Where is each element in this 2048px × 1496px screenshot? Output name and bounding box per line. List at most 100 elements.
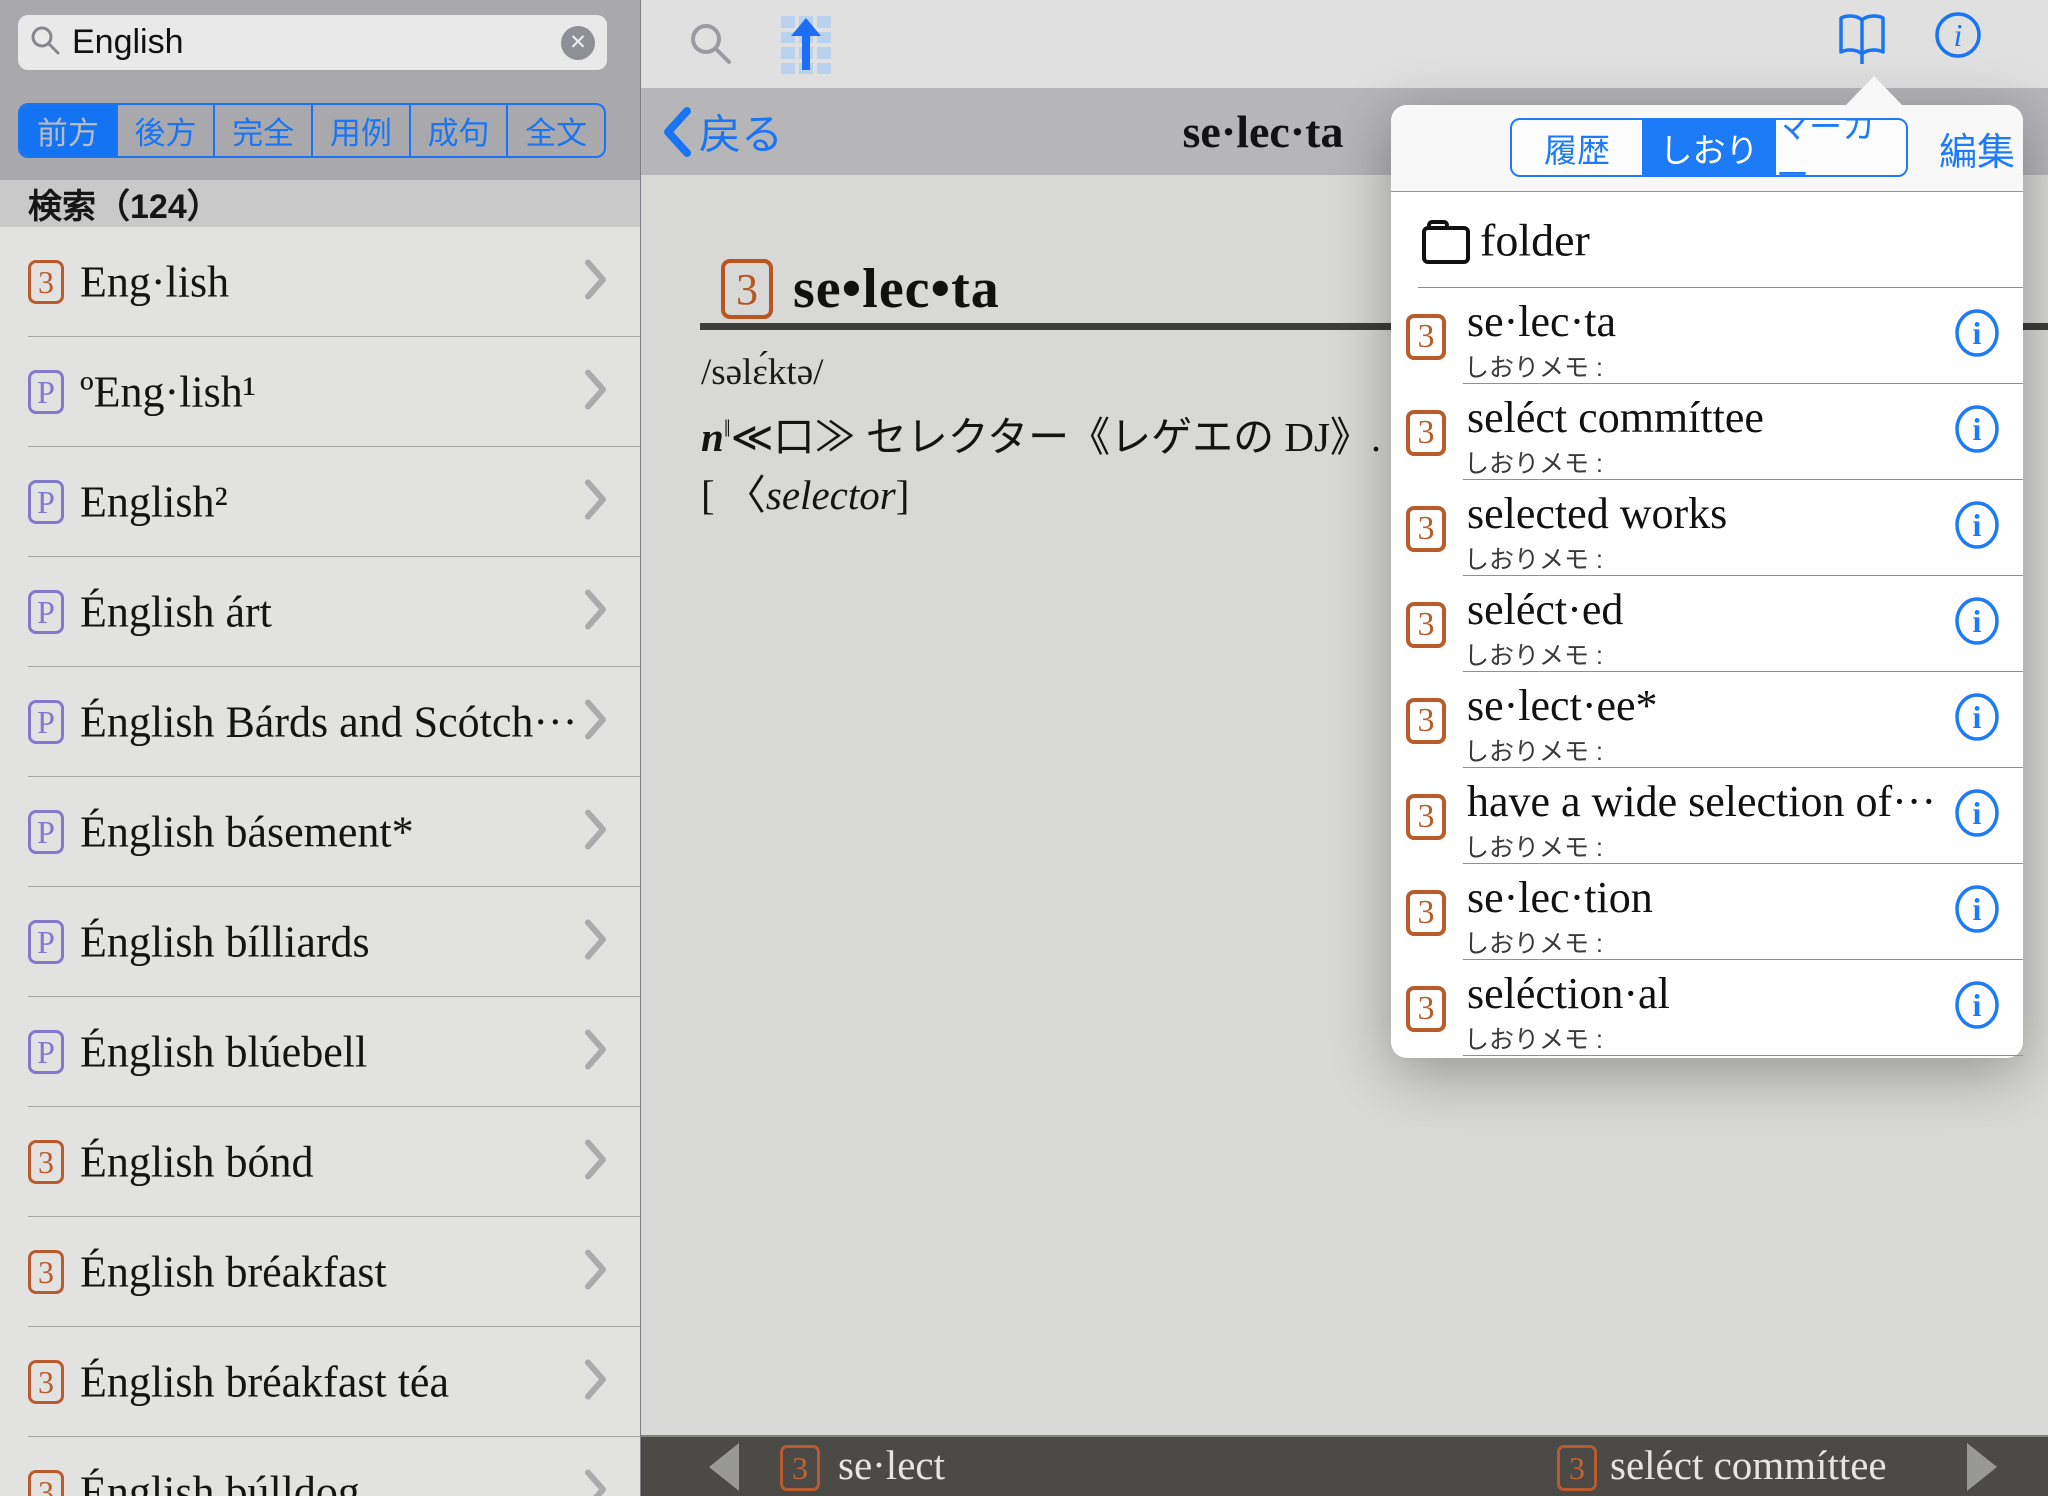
- search-value: English: [72, 23, 561, 62]
- clear-search-icon[interactable]: ✕: [561, 26, 595, 60]
- info-icon[interactable]: i: [1953, 884, 2001, 939]
- chevron-right-icon: [584, 259, 608, 306]
- tab-exact[interactable]: 完全: [213, 105, 311, 156]
- previous-entry-label[interactable]: se·lect: [838, 1441, 945, 1489]
- dictionary-badge: 3: [1406, 698, 1446, 744]
- chevron-right-icon: [584, 809, 608, 856]
- bookmark-memo-label: しおりメモ :: [1464, 732, 1603, 768]
- bookmark-item[interactable]: 3 have a wide selection of··· しおりメモ : i: [1391, 768, 2023, 864]
- dictionary-badge: P: [28, 370, 64, 414]
- search-icon[interactable]: [689, 22, 733, 71]
- back-button[interactable]: 戻る: [663, 88, 783, 175]
- list-item[interactable]: P Énglish Bárds and Scótch···: [0, 667, 640, 777]
- results-count-header: 検索（124）: [0, 180, 640, 227]
- list-item[interactable]: P Énglish básement*: [0, 777, 640, 887]
- page-top-button[interactable]: [781, 16, 831, 74]
- list-item[interactable]: 3 Énglish bréakfast: [0, 1217, 640, 1327]
- dictionary-badge: 3: [28, 1360, 64, 1404]
- svg-text:i: i: [1973, 795, 1982, 831]
- folder-label: folder: [1480, 214, 1590, 267]
- dictionary-badge: 3: [1406, 986, 1446, 1032]
- svg-text:i: i: [1973, 603, 1982, 639]
- dictionary-badge: P: [28, 810, 64, 854]
- tab-markers[interactable]: マーカー: [1774, 120, 1906, 175]
- tab-idioms[interactable]: 成句: [409, 105, 507, 156]
- tab-bookmarks[interactable]: しおり: [1642, 120, 1774, 175]
- entry-pager-bar: 3 se·lect 3 seléct commíttee: [641, 1435, 2048, 1496]
- dictionary-badge: 3: [721, 259, 773, 319]
- info-icon[interactable]: i: [1953, 308, 2001, 363]
- tab-examples[interactable]: 用例: [311, 105, 409, 156]
- chevron-right-icon: [584, 479, 608, 526]
- search-icon: [30, 25, 60, 60]
- bookmark-item[interactable]: 3 se·lec·ta しおりメモ : i: [1391, 288, 2023, 384]
- toolbar: i: [641, 0, 2048, 88]
- tab-fulltext[interactable]: 全文: [506, 105, 604, 156]
- list-item[interactable]: 3 Énglish búlldog: [0, 1437, 640, 1496]
- dictionary-badge: P: [28, 700, 64, 744]
- list-item[interactable]: 3 Énglish bónd: [0, 1107, 640, 1217]
- svg-text:i: i: [1973, 891, 1982, 927]
- info-icon[interactable]: i: [1932, 9, 1984, 66]
- search-mode-tabs: 前方 後方 完全 用例 成句 全文: [18, 103, 606, 158]
- list-item[interactable]: 3 Énglish bréakfast téa: [0, 1327, 640, 1437]
- tab-suffix[interactable]: 後方: [116, 105, 214, 156]
- bookmark-memo-label: しおりメモ :: [1464, 924, 1603, 960]
- list-item[interactable]: P Énglish blúebell: [0, 997, 640, 1107]
- dictionary-badge: 3: [780, 1445, 820, 1491]
- info-icon[interactable]: i: [1953, 692, 2001, 747]
- list-item[interactable]: P ºEng·lish¹: [0, 337, 640, 447]
- page-title: se·lec·ta: [1183, 88, 1344, 175]
- folder-row[interactable]: folder: [1391, 192, 2023, 288]
- info-icon[interactable]: i: [1953, 404, 2001, 459]
- info-icon[interactable]: i: [1953, 788, 2001, 843]
- chevron-right-icon: [584, 1359, 608, 1406]
- dictionary-badge: 3: [28, 1140, 64, 1184]
- chevron-right-icon: [584, 589, 608, 636]
- popover-caret: [1845, 76, 1903, 106]
- bookmarks-icon[interactable]: [1837, 12, 1887, 73]
- tab-history[interactable]: 履歴: [1512, 120, 1642, 175]
- next-entry-icon[interactable]: [1967, 1443, 1997, 1491]
- dictionary-badge: P: [28, 590, 64, 634]
- svg-text:i: i: [1973, 315, 1982, 351]
- bookmark-item[interactable]: 3 selected works しおりメモ : i: [1391, 480, 2023, 576]
- bookmark-item[interactable]: 3 seléct·ed しおりメモ : i: [1391, 576, 2023, 672]
- svg-text:i: i: [1973, 507, 1982, 543]
- list-item[interactable]: P Énglish árt: [0, 557, 640, 667]
- popover-header: 履歴 しおり マーカー 編集: [1391, 105, 2023, 192]
- next-entry-label[interactable]: seléct commíttee: [1610, 1441, 1887, 1489]
- chevron-right-icon: [584, 1029, 608, 1076]
- list-item[interactable]: 3 Eng·lish: [0, 227, 640, 337]
- reference-mark: ‖: [724, 416, 731, 442]
- dictionary-badge: 3: [1406, 794, 1446, 840]
- bookmark-memo-label: しおりメモ :: [1464, 540, 1603, 576]
- tab-prefix[interactable]: 前方: [20, 105, 116, 156]
- bookmark-memo-label: しおりメモ :: [1464, 444, 1603, 480]
- definition-line: n‖≪口≫ セレクター《レゲエの DJ》.: [701, 403, 1381, 463]
- dictionary-badge: 3: [28, 260, 64, 304]
- previous-entry-icon[interactable]: [709, 1443, 739, 1491]
- pronunciation: /səlɛ́ktə/: [701, 351, 823, 394]
- info-icon[interactable]: i: [1953, 980, 2001, 1035]
- bookmark-item[interactable]: 3 seléction·al しおりメモ : i: [1391, 960, 2023, 1056]
- bookmark-item[interactable]: 3 seléct commíttee しおりメモ : i: [1391, 384, 2023, 480]
- list-item[interactable]: P Énglish bílliards: [0, 887, 640, 997]
- bookmark-item[interactable]: 3 se·lec·tion しおりメモ : i: [1391, 864, 2023, 960]
- info-icon[interactable]: i: [1953, 596, 2001, 651]
- dictionary-badge: P: [28, 920, 64, 964]
- edit-button[interactable]: 編集: [1939, 105, 2015, 192]
- chevron-right-icon: [584, 1249, 608, 1296]
- search-input[interactable]: English ✕: [18, 15, 607, 70]
- bookmark-item[interactable]: 3 se·lect·ee* しおりメモ : i: [1391, 672, 2023, 768]
- bookmark-memo-label: しおりメモ :: [1464, 348, 1603, 384]
- dictionary-badge: 3: [1557, 1445, 1597, 1491]
- sidebar-search-section: English ✕ 前方 後方 完全 用例 成句 全文: [0, 0, 640, 180]
- popover-tabs: 履歴 しおり マーカー: [1510, 118, 1908, 177]
- bookmark-memo-label: しおりメモ :: [1464, 636, 1603, 672]
- dictionary-badge: 3: [1406, 602, 1446, 648]
- bookmark-memo-label: しおりメモ :: [1464, 828, 1603, 864]
- list-item[interactable]: P English²: [0, 447, 640, 557]
- info-icon[interactable]: i: [1953, 500, 2001, 555]
- dictionary-badge: 3: [1406, 506, 1446, 552]
